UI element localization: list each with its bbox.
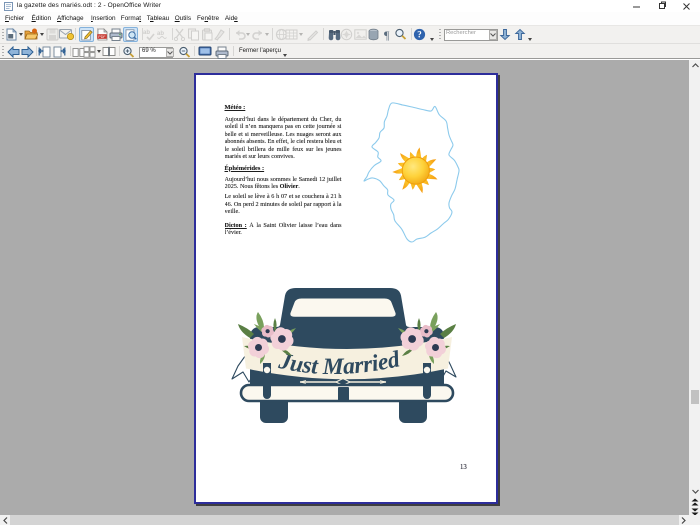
svg-text:ab: ab [143, 30, 150, 36]
svg-text:?: ? [417, 30, 422, 40]
svg-text:¶: ¶ [384, 28, 390, 41]
svg-text:PDF: PDF [98, 35, 106, 39]
svg-text:ab: ab [157, 31, 164, 37]
